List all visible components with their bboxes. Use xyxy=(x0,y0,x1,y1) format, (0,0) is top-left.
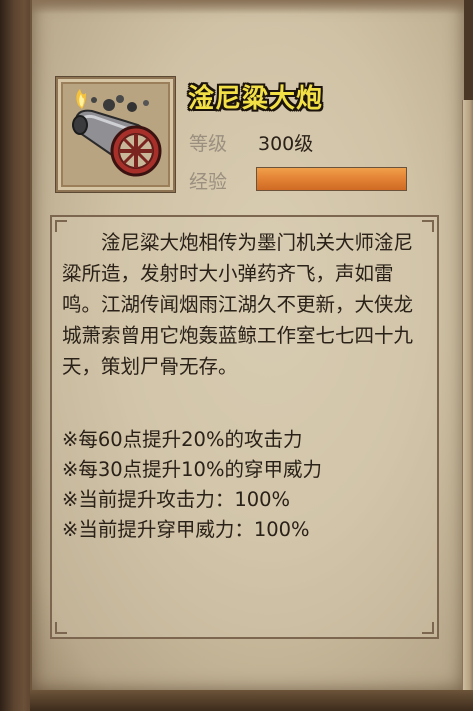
page-edge xyxy=(462,100,473,710)
item-icon-frame[interactable] xyxy=(56,77,175,192)
exp-bar-fill xyxy=(257,168,406,190)
effect-line: ※每60点提升20%的攻击力 xyxy=(62,428,303,451)
item-name: 淦尼粱大炮 xyxy=(188,84,324,114)
effect-line: ※每30点提升10%的穿甲威力 xyxy=(62,458,322,481)
corner-ornament xyxy=(422,622,434,634)
level-value: 300级 xyxy=(258,133,314,155)
book-bottom-edge xyxy=(30,690,473,711)
corner-ornament xyxy=(55,622,67,634)
cannon-icon xyxy=(72,89,162,177)
effect-line: ※当前提升穿甲威力：100% xyxy=(62,518,310,541)
exp-bar xyxy=(256,167,407,191)
exp-label: 经验 xyxy=(189,171,228,193)
effect-line: ※当前提升攻击力：100% xyxy=(62,488,291,511)
item-description: 淦尼粱大炮相传为墨门机关大师淦尼粱所造，发射时大小弹药齐飞，声如雷鸣。江湖传闻烟… xyxy=(62,231,414,378)
effects-list: ※每60点提升20%的攻击力 ※每30点提升10%的穿甲威力 ※当前提升攻击力：… xyxy=(62,425,322,545)
level-label: 等级 xyxy=(189,133,228,155)
